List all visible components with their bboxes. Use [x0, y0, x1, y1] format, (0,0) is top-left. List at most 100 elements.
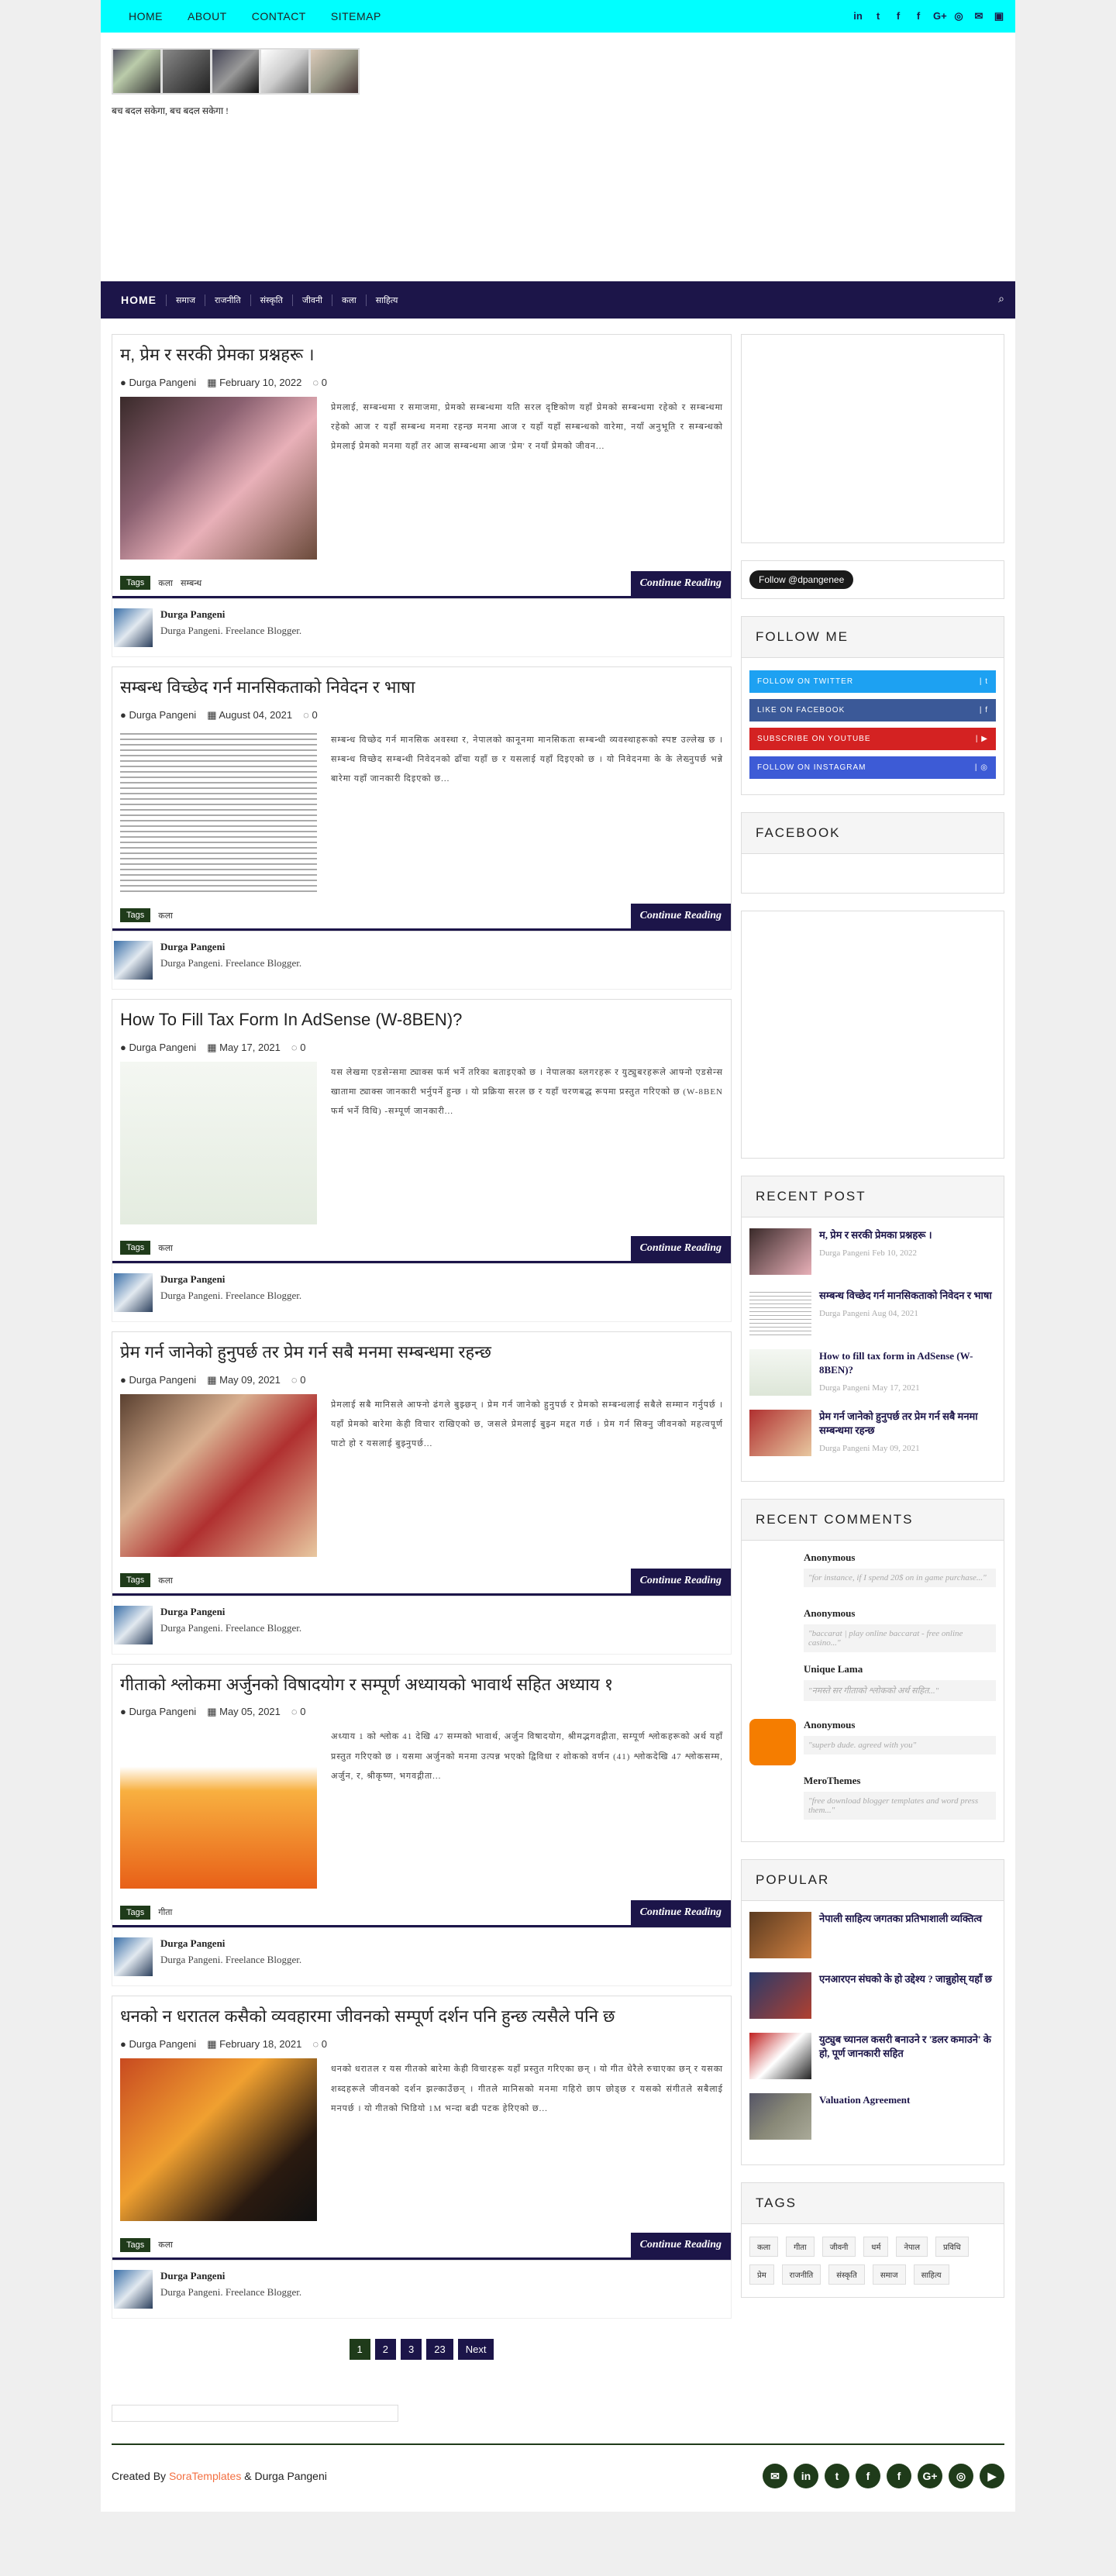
post-author[interactable]: ● Durga Pangeni	[120, 377, 196, 389]
post-author[interactable]: ● Durga Pangeni	[120, 709, 196, 721]
continue-reading-button[interactable]: Continue Reading	[630, 570, 731, 596]
main-nav-item[interactable]: समाज	[166, 294, 205, 306]
post-thumbnail[interactable]	[120, 1726, 317, 1889]
follow-link[interactable]: FOLLOW ON TWITTER | t	[749, 670, 996, 693]
avatar[interactable]	[114, 1605, 153, 1644]
recent-post-title[interactable]: How to fill tax form in AdSense (W-8BEN)…	[819, 1349, 996, 1377]
footer-social-icon[interactable]: ✉	[763, 2464, 787, 2489]
post-thumbnail[interactable]	[120, 728, 317, 892]
tag-cloud-item[interactable]: प्रेम	[749, 2264, 774, 2285]
page-link[interactable]: Next	[457, 2339, 494, 2361]
footer-brand-link[interactable]: SoraTemplates	[169, 2470, 241, 2482]
post-title[interactable]: प्रेम गर्न जानेको हुनुपर्छ तर प्रेम गर्न…	[120, 1340, 723, 1365]
footer-social-icon[interactable]: f	[887, 2464, 911, 2489]
tag-cloud-item[interactable]: कला	[749, 2237, 779, 2257]
popular-title[interactable]: नेपाली साहित्य जगतका प्रतिभाशाली व्यक्ति…	[819, 1912, 982, 1958]
popular-item[interactable]: नेपाली साहित्य जगतका प्रतिभाशाली व्यक्ति…	[749, 1912, 996, 1958]
recent-post-item[interactable]: सम्बन्ध विच्छेद गर्न मानसिकताको निवेदन र…	[749, 1289, 996, 1335]
follow-link[interactable]: LIKE ON FACEBOOK | f	[749, 699, 996, 721]
post-comments[interactable]: ◌ 0	[291, 1374, 306, 1386]
popular-thumbnail[interactable]	[749, 1912, 811, 1958]
author-name[interactable]: Durga Pangeni	[160, 1273, 301, 1286]
social-icon[interactable]: ✉	[973, 10, 984, 22]
recent-post-item[interactable]: प्रेम गर्न जानेको हुनुपर्छ तर प्रेम गर्न…	[749, 1410, 996, 1456]
continue-reading-button[interactable]: Continue Reading	[630, 2233, 731, 2258]
post-thumbnail[interactable]	[120, 1061, 317, 1224]
author-name[interactable]: Durga Pangeni	[160, 1606, 301, 1618]
popular-item[interactable]: एनआरएन संघको के हो उद्देश्य ? जान्नुहोस्…	[749, 1972, 996, 2019]
tag-link[interactable]: सम्बन्ध	[181, 577, 202, 589]
post-thumbnail[interactable]	[120, 2058, 317, 2222]
tag-link[interactable]: कला	[158, 2239, 173, 2251]
main-nav-item[interactable]: साहित्य	[365, 294, 408, 306]
recent-post-title[interactable]: प्रेम गर्न जानेको हुनुपर्छ तर प्रेम गर्न…	[819, 1410, 996, 1438]
main-nav-item[interactable]: राजनीति	[205, 294, 250, 306]
top-nav-link[interactable]: HOME	[116, 10, 175, 22]
footer-social-icon[interactable]: G+	[918, 2464, 942, 2489]
recent-post-title[interactable]: सम्बन्ध विच्छेद गर्न मानसिकताको निवेदन र…	[819, 1289, 992, 1303]
tag-cloud-item[interactable]: प्रविधि	[935, 2237, 969, 2257]
tag-cloud-item[interactable]: संस्कृति	[828, 2264, 865, 2285]
comment-item[interactable]: Anonymous "superb dude. agreed with you"	[749, 1719, 996, 1765]
comment-item[interactable]: Unique Lama "नमस्ते सर गीताको श्लोकको अर्…	[749, 1663, 996, 1710]
footer-social-icon[interactable]: in	[794, 2464, 818, 2489]
tag-cloud-item[interactable]: समाज	[872, 2264, 906, 2285]
recent-post-item[interactable]: How to fill tax form in AdSense (W-8BEN)…	[749, 1349, 996, 1396]
post-title[interactable]: गीताको श्लोकमा अर्जुनको विषादयोग र सम्पू…	[120, 1672, 723, 1697]
page-link[interactable]: 2	[374, 2339, 397, 2361]
tag-link[interactable]: कला	[158, 1242, 173, 1254]
popular-thumbnail[interactable]	[749, 1972, 811, 2019]
social-icon[interactable]: ▣	[994, 10, 1004, 22]
post-comments[interactable]: ◌ 0	[291, 1042, 306, 1054]
post-thumbnail[interactable]	[120, 396, 317, 560]
avatar[interactable]	[114, 1937, 153, 1977]
tag-link[interactable]: कला	[158, 1575, 173, 1586]
follow-link[interactable]: SUBSCRIBE ON YOUTUBE | ▶	[749, 728, 996, 750]
author-name[interactable]: Durga Pangeni	[160, 2270, 301, 2282]
popular-title[interactable]: युट्युब च्यानल कसरी बनाउने र 'डलर कमाउने…	[819, 2033, 996, 2079]
post-author[interactable]: ● Durga Pangeni	[120, 1042, 196, 1054]
top-nav-link[interactable]: CONTACT	[239, 10, 319, 22]
author-name[interactable]: Durga Pangeni	[160, 608, 301, 621]
social-icon[interactable]: f	[913, 10, 924, 22]
page-link[interactable]: 23	[426, 2339, 453, 2361]
recent-post-title[interactable]: म, प्रेम र सरकी प्रेमका प्रश्नहरू ।	[819, 1228, 932, 1242]
recent-post-item[interactable]: म, प्रेम र सरकी प्रेमका प्रश्नहरू । Durga…	[749, 1228, 996, 1275]
popular-thumbnail[interactable]	[749, 2033, 811, 2079]
social-icon[interactable]: ◎	[953, 10, 964, 22]
post-title[interactable]: धनको न धरातल कसैको व्यवहारमा जीवनको सम्प…	[120, 2004, 723, 2029]
post-comments[interactable]: ◌ 0	[312, 2038, 327, 2051]
social-icon[interactable]: G+	[933, 10, 947, 22]
main-nav-item[interactable]: जीवनी	[291, 294, 332, 306]
main-nav-item[interactable]: संस्कृति	[250, 294, 292, 306]
tag-link[interactable]: गीता	[158, 1906, 172, 1918]
post-comments[interactable]: ◌ 0	[291, 1706, 306, 1718]
tag-cloud-item[interactable]: गीता	[786, 2237, 815, 2257]
social-icon[interactable]: in	[852, 10, 863, 22]
author-name[interactable]: Durga Pangeni	[160, 941, 301, 953]
popular-thumbnail[interactable]	[749, 2093, 811, 2140]
social-icon[interactable]: f	[893, 10, 904, 22]
post-comments[interactable]: ◌ 0	[303, 709, 318, 721]
top-nav-link[interactable]: ABOUT	[175, 10, 239, 22]
top-nav-link[interactable]: SITEMAP	[319, 10, 394, 22]
comment-item[interactable]: MeroThemes "free download blogger templat…	[749, 1775, 996, 1821]
page-link[interactable]: 1	[349, 2339, 370, 2361]
avatar[interactable]	[114, 608, 153, 647]
popular-title[interactable]: Valuation Agreement	[819, 2093, 910, 2140]
social-icon[interactable]: t	[873, 10, 884, 22]
twitter-follow-button[interactable]: Follow @dpangenee	[749, 570, 854, 589]
post-comments[interactable]: ◌ 0	[312, 377, 327, 389]
avatar[interactable]	[114, 2270, 153, 2309]
tag-link[interactable]: कला	[158, 910, 173, 921]
tag-cloud-item[interactable]: नेपाल	[896, 2237, 928, 2257]
post-title[interactable]: सम्बन्ध विच्छेद गर्न मानसिकताको निवेदन र…	[120, 675, 723, 700]
main-nav-item[interactable]: कला	[332, 294, 366, 306]
recent-post-thumbnail[interactable]	[749, 1289, 811, 1335]
avatar[interactable]	[114, 940, 153, 980]
comment-item[interactable]: Anonymous "for instance, if I spend 20$ o…	[749, 1551, 996, 1598]
follow-link[interactable]: FOLLOW ON INSTAGRAM | ◎	[749, 756, 996, 779]
tag-cloud-item[interactable]: जीवनी	[822, 2237, 856, 2257]
continue-reading-button[interactable]: Continue Reading	[630, 903, 731, 928]
page-link[interactable]: 3	[401, 2339, 422, 2361]
